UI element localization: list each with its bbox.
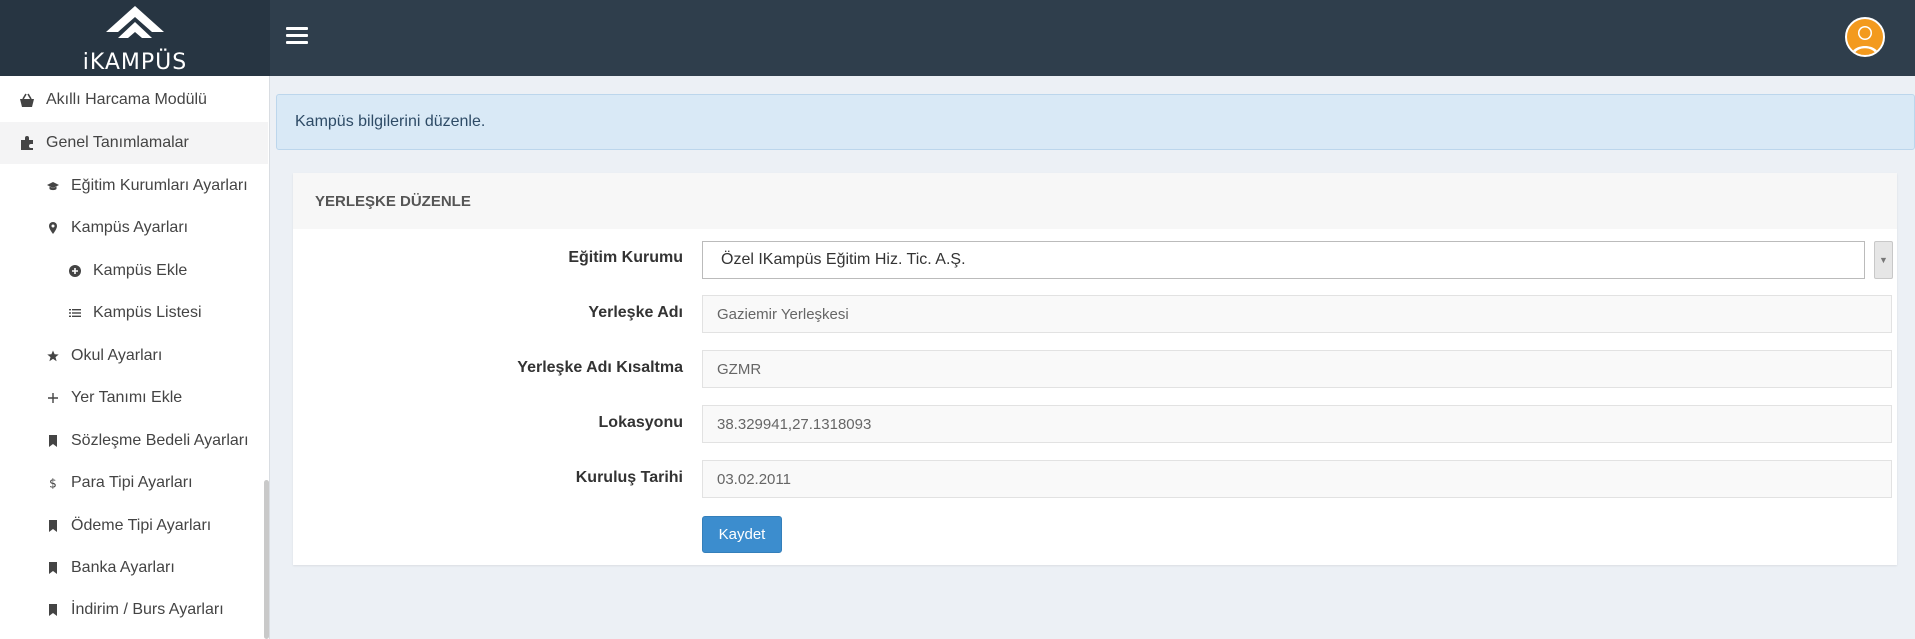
sidebar-item-label: Genel Tanımlamalar [46, 134, 189, 151]
hamburger-icon [286, 27, 308, 30]
location-field[interactable]: 38.329941,27.1318093 [702, 405, 1892, 443]
basket-icon [18, 91, 36, 109]
menu-toggle-button[interactable] [286, 27, 308, 45]
sidebar-item-egitim-kurumlari[interactable]: Eğitim Kurumları Ayarları [0, 165, 268, 207]
sidebar-item-yer-tanimi-ekle[interactable]: Yer Tanımı Ekle [0, 377, 268, 419]
sidebar-item-kampus-ekle[interactable]: Kampüs Ekle [0, 250, 268, 292]
campus-abbr-field[interactable]: GZMR [702, 350, 1892, 388]
bookmark-icon [46, 603, 60, 617]
logo-text: iKAMPÜS [82, 50, 188, 75]
sidebar-item-akilli-harcama[interactable]: Akıllı Harcama Modülü [0, 79, 268, 121]
sidebar-item-label: Akıllı Harcama Modülü [46, 91, 207, 108]
sidebar: Akıllı Harcama Modülü Genel Tanımlamalar… [0, 76, 270, 639]
list-icon [68, 306, 82, 320]
bookmark-icon [46, 561, 60, 575]
sidebar-item-label: Okul Ayarları [71, 347, 163, 364]
campus-name-label: Yerleşke Adı [588, 304, 683, 321]
user-avatar-button[interactable] [1845, 17, 1885, 57]
dollar-icon: $ [46, 476, 60, 490]
sidebar-item-label: Yer Tanımı Ekle [71, 389, 183, 406]
institution-select-value[interactable]: Özel IKampüs Eğitim Hiz. Tic. A.Ş. [702, 241, 1865, 279]
sidebar-item-label: Eğitim Kurumları Ayarları [71, 177, 248, 194]
map-marker-icon [46, 221, 60, 235]
sidebar-item-label: Kampüs Listesi [93, 304, 202, 321]
institution-label: Eğitim Kurumu [568, 249, 683, 266]
sidebar-item-label: Ödeme Tipi Ayarları [71, 517, 212, 534]
location-label: Lokasyonu [598, 414, 683, 431]
sidebar-scrollbar[interactable] [264, 480, 269, 639]
sidebar-item-kampus-ayarlari[interactable]: Kampüs Ayarları [0, 207, 268, 249]
sidebar-item-kampus-listesi[interactable]: Kampüs Listesi [0, 292, 268, 334]
sidebar-item-para-tipi[interactable]: $ Para Tipi Ayarları [0, 462, 268, 504]
panel-title: YERLEŞKE DÜZENLE [315, 192, 471, 210]
campus-abbr-label: Yerleşke Adı Kısaltma [517, 359, 683, 376]
campus-name-field[interactable]: Gaziemir Yerleşkesi [702, 295, 1892, 333]
institution-select[interactable]: Özel IKampüs Eğitim Hiz. Tic. A.Ş. ▼ [702, 241, 1893, 279]
alert-text: Kampüs bilgilerini düzenle. [295, 113, 486, 130]
sidebar-item-label: İndirim / Burs Ayarları [71, 601, 224, 618]
sidebar-item-banka[interactable]: Banka Ayarları [0, 547, 268, 589]
info-alert: Kampüs bilgilerini düzenle. [276, 94, 1915, 150]
panel-header: YERLEŞKE DÜZENLE [293, 173, 1897, 229]
plus-icon [46, 391, 60, 405]
graduation-cap-icon [46, 179, 60, 193]
campus-edit-panel: YERLEŞKE DÜZENLE Eğitim Kurumu Özel IKam… [293, 173, 1897, 565]
bookmark-icon [46, 434, 60, 448]
sidebar-item-genel-tanimlamalar[interactable]: Genel Tanımlamalar [0, 122, 268, 164]
top-navbar: iKAMPÜS [0, 0, 1915, 76]
sidebar-item-indirim-burs[interactable]: İndirim / Burs Ayarları [0, 589, 268, 631]
sidebar-item-sozlesme-bedeli[interactable]: Sözleşme Bedeli Ayarları [0, 420, 268, 462]
puzzle-icon [18, 134, 36, 152]
plus-circle-icon [68, 264, 82, 278]
chevron-down-icon[interactable]: ▼ [1874, 241, 1893, 279]
sidebar-item-label: Kampüs Ayarları [71, 219, 189, 236]
logo[interactable]: iKAMPÜS [0, 0, 270, 76]
svg-text:$: $ [49, 477, 57, 489]
save-button[interactable]: Kaydet [702, 516, 782, 553]
founded-date-field[interactable]: 03.02.2011 [702, 460, 1892, 498]
sidebar-item-label: Para Tipi Ayarları [71, 474, 193, 491]
sidebar-item-label: Kampüs Ekle [93, 262, 188, 279]
logo-mark-icon [106, 6, 164, 38]
star-icon [46, 349, 60, 363]
user-icon [1851, 26, 1879, 55]
sidebar-item-odeme-tipi[interactable]: Ödeme Tipi Ayarları [0, 505, 268, 547]
founded-date-label: Kuruluş Tarihi [575, 469, 683, 486]
bookmark-icon [46, 519, 60, 533]
sidebar-item-okul-ayarlari[interactable]: Okul Ayarları [0, 335, 268, 377]
sidebar-item-label: Banka Ayarları [71, 559, 175, 576]
sidebar-item-label: Sözleşme Bedeli Ayarları [71, 432, 249, 449]
